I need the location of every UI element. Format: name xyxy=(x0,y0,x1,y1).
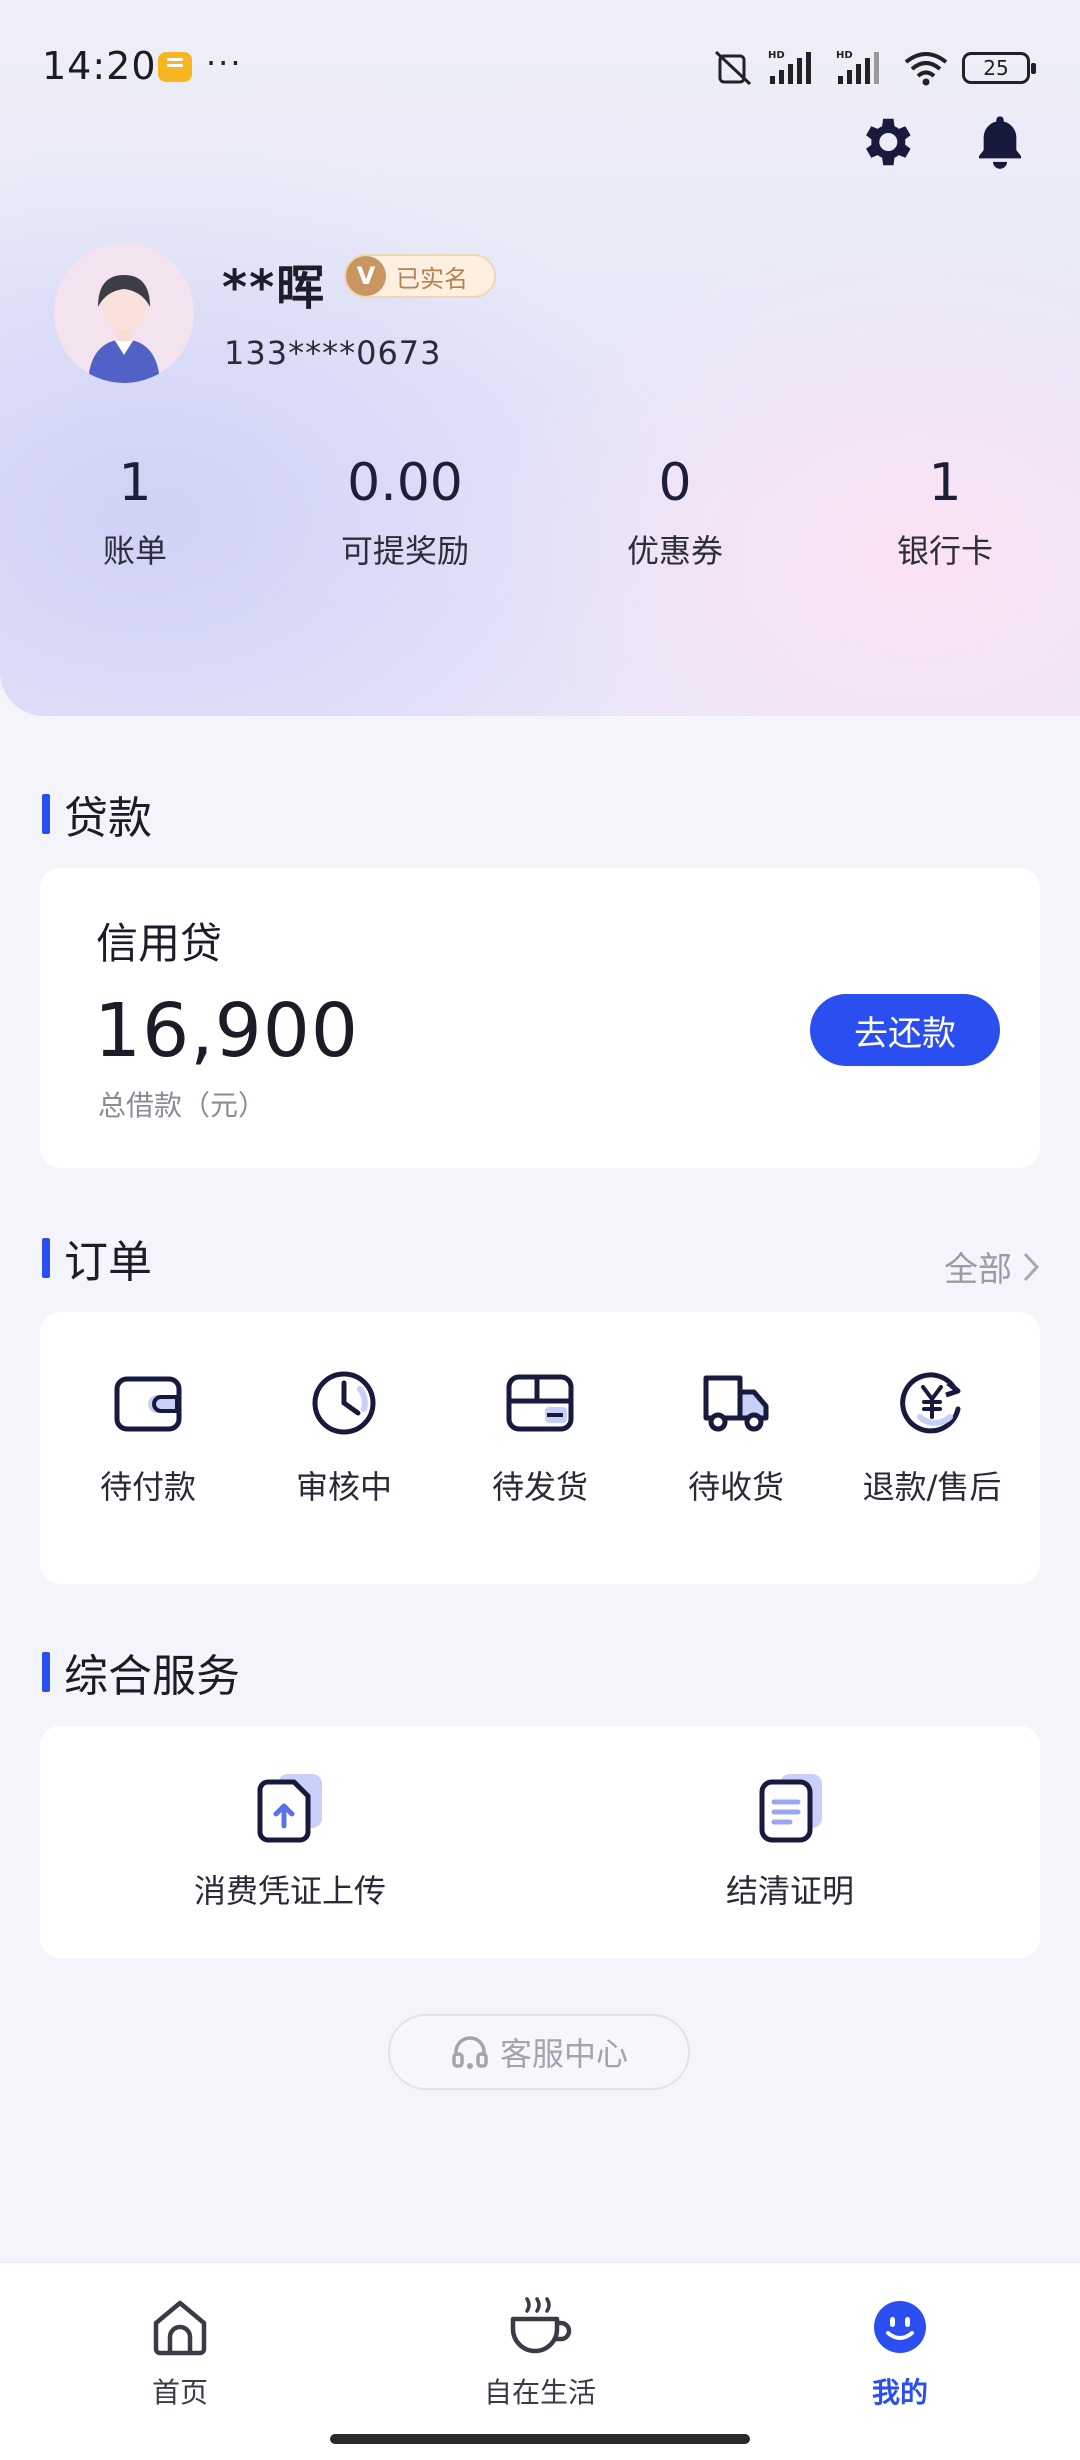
loan-type: 信用贷 xyxy=(96,919,223,968)
home-indicator xyxy=(330,2434,750,2444)
notifications-button[interactable] xyxy=(968,110,1032,174)
bell-icon xyxy=(979,116,1021,169)
order-section-title: 订单 xyxy=(42,1226,152,1290)
order-under-review[interactable]: 审核中 xyxy=(246,1312,442,1508)
status-time: 14:20 xyxy=(42,44,157,88)
stat-label: 银行卡 xyxy=(896,532,993,570)
view-all-label: 全部 xyxy=(944,1250,1012,1290)
stat-bills[interactable]: 1 账单 xyxy=(0,452,270,572)
repay-button[interactable]: 去还款 xyxy=(810,994,1000,1066)
tab-label: 自在生活 xyxy=(483,2376,596,2409)
verified-badge: V 已实名 xyxy=(344,254,496,298)
clock-icon xyxy=(312,1371,376,1435)
stat-label: 优惠券 xyxy=(626,532,723,570)
battery-icon: 25 xyxy=(962,52,1036,84)
credit-loan-card[interactable]: 信用贷 16,900 总借款（元） 去还款 xyxy=(40,868,1040,1168)
headset-icon xyxy=(452,2036,488,2069)
svg-text:HD: HD xyxy=(836,50,853,61)
view-all-orders-link[interactable]: 全部 xyxy=(944,1242,1040,1291)
loan-total-amount: 16,900 xyxy=(94,988,359,1074)
stat-label: 可提奖励 xyxy=(340,532,469,570)
order-pending-shipment[interactable]: 待发货 xyxy=(442,1312,638,1508)
signal-hd-2-icon: HD xyxy=(836,50,879,84)
order-item-label: 待收货 xyxy=(687,1468,784,1506)
wifi-icon xyxy=(904,52,948,86)
mute-vibrate-icon xyxy=(714,50,752,86)
order-pending-receipt[interactable]: 待收货 xyxy=(638,1312,834,1508)
service-item-label: 消费凭证上传 xyxy=(193,1872,386,1910)
verified-label: 已实名 xyxy=(396,264,468,293)
header-actions xyxy=(854,110,1032,174)
status-icons: HD HD 25 xyxy=(710,48,1036,88)
order-pending-payment[interactable]: 待付款 xyxy=(50,1312,246,1508)
customer-service-button[interactable]: 客服中心 xyxy=(388,2014,690,2090)
account-stats: 1 账单 0.00 可提奖励 0 优惠券 1 银行卡 xyxy=(0,452,1080,572)
message-notification-icon xyxy=(158,52,192,82)
truck-icon xyxy=(703,1375,769,1432)
order-item-label: 待付款 xyxy=(99,1468,196,1506)
stat-coupons[interactable]: 0 优惠券 xyxy=(540,452,810,572)
user-phone: 133****0673 xyxy=(224,334,442,372)
chevron-right-icon xyxy=(1023,1252,1040,1281)
tab-lifestyle[interactable]: 自在生活 xyxy=(360,2263,720,2460)
customer-service-label: 客服中心 xyxy=(499,2035,628,2073)
loan-amount-label: 总借款（元） xyxy=(98,1089,267,1122)
settings-button[interactable] xyxy=(854,110,918,174)
smiley-icon xyxy=(874,2301,926,2353)
stat-value: 1 xyxy=(118,453,152,513)
stat-label: 账单 xyxy=(102,532,167,570)
signal-hd-1-icon: HD xyxy=(768,50,811,84)
home-icon xyxy=(153,2300,207,2356)
service-section-title: 综合服务 xyxy=(42,1640,240,1704)
upload-receipt-service[interactable]: 消费凭证上传 xyxy=(40,1726,540,1912)
stat-bank-cards[interactable]: 1 银行卡 xyxy=(810,452,1080,572)
service-item-label: 结清证明 xyxy=(725,1872,854,1910)
service-card: 消费凭证上传 结清证明 xyxy=(40,1726,1040,1958)
package-icon xyxy=(506,1374,574,1432)
tab-label: 我的 xyxy=(871,2376,928,2409)
stat-value: 1 xyxy=(928,453,962,513)
order-item-label: 审核中 xyxy=(295,1468,392,1506)
order-refund-aftersales[interactable]: 退款/售后 xyxy=(834,1312,1030,1508)
user-name: **晖 xyxy=(222,260,327,316)
certificate-icon xyxy=(759,1774,822,1843)
tab-label: 首页 xyxy=(151,2376,208,2409)
loan-section-title: 贷款 xyxy=(42,782,152,846)
avatar[interactable] xyxy=(54,243,194,383)
order-item-label: 待发货 xyxy=(491,1468,588,1506)
order-card: 待付款 审核中 待发货 待收货 退款/售后 xyxy=(40,1312,1040,1584)
refund-icon xyxy=(900,1372,961,1434)
stat-value: 0 xyxy=(658,453,692,513)
order-item-label: 退款/售后 xyxy=(862,1468,1002,1506)
verified-v-icon: V xyxy=(346,256,386,296)
user-avatar-icon xyxy=(54,243,194,383)
gear-icon xyxy=(866,118,911,166)
tab-mine[interactable]: 我的 xyxy=(720,2263,1080,2460)
settlement-certificate-service[interactable]: 结清证明 xyxy=(540,1726,1040,1912)
stat-rewards[interactable]: 0.00 可提奖励 xyxy=(270,452,540,572)
stat-value: 0.00 xyxy=(347,453,463,513)
more-notifications-indicator: ··· xyxy=(206,44,243,82)
bottom-tab-bar: 首页 自在生活 我的 xyxy=(0,2262,1080,2460)
svg-text:HD: HD xyxy=(768,50,785,61)
tab-home[interactable]: 首页 xyxy=(0,2263,360,2460)
wallet-icon xyxy=(114,1376,182,1432)
coffee-cup-icon xyxy=(510,2297,572,2354)
upload-document-icon xyxy=(257,1774,322,1843)
